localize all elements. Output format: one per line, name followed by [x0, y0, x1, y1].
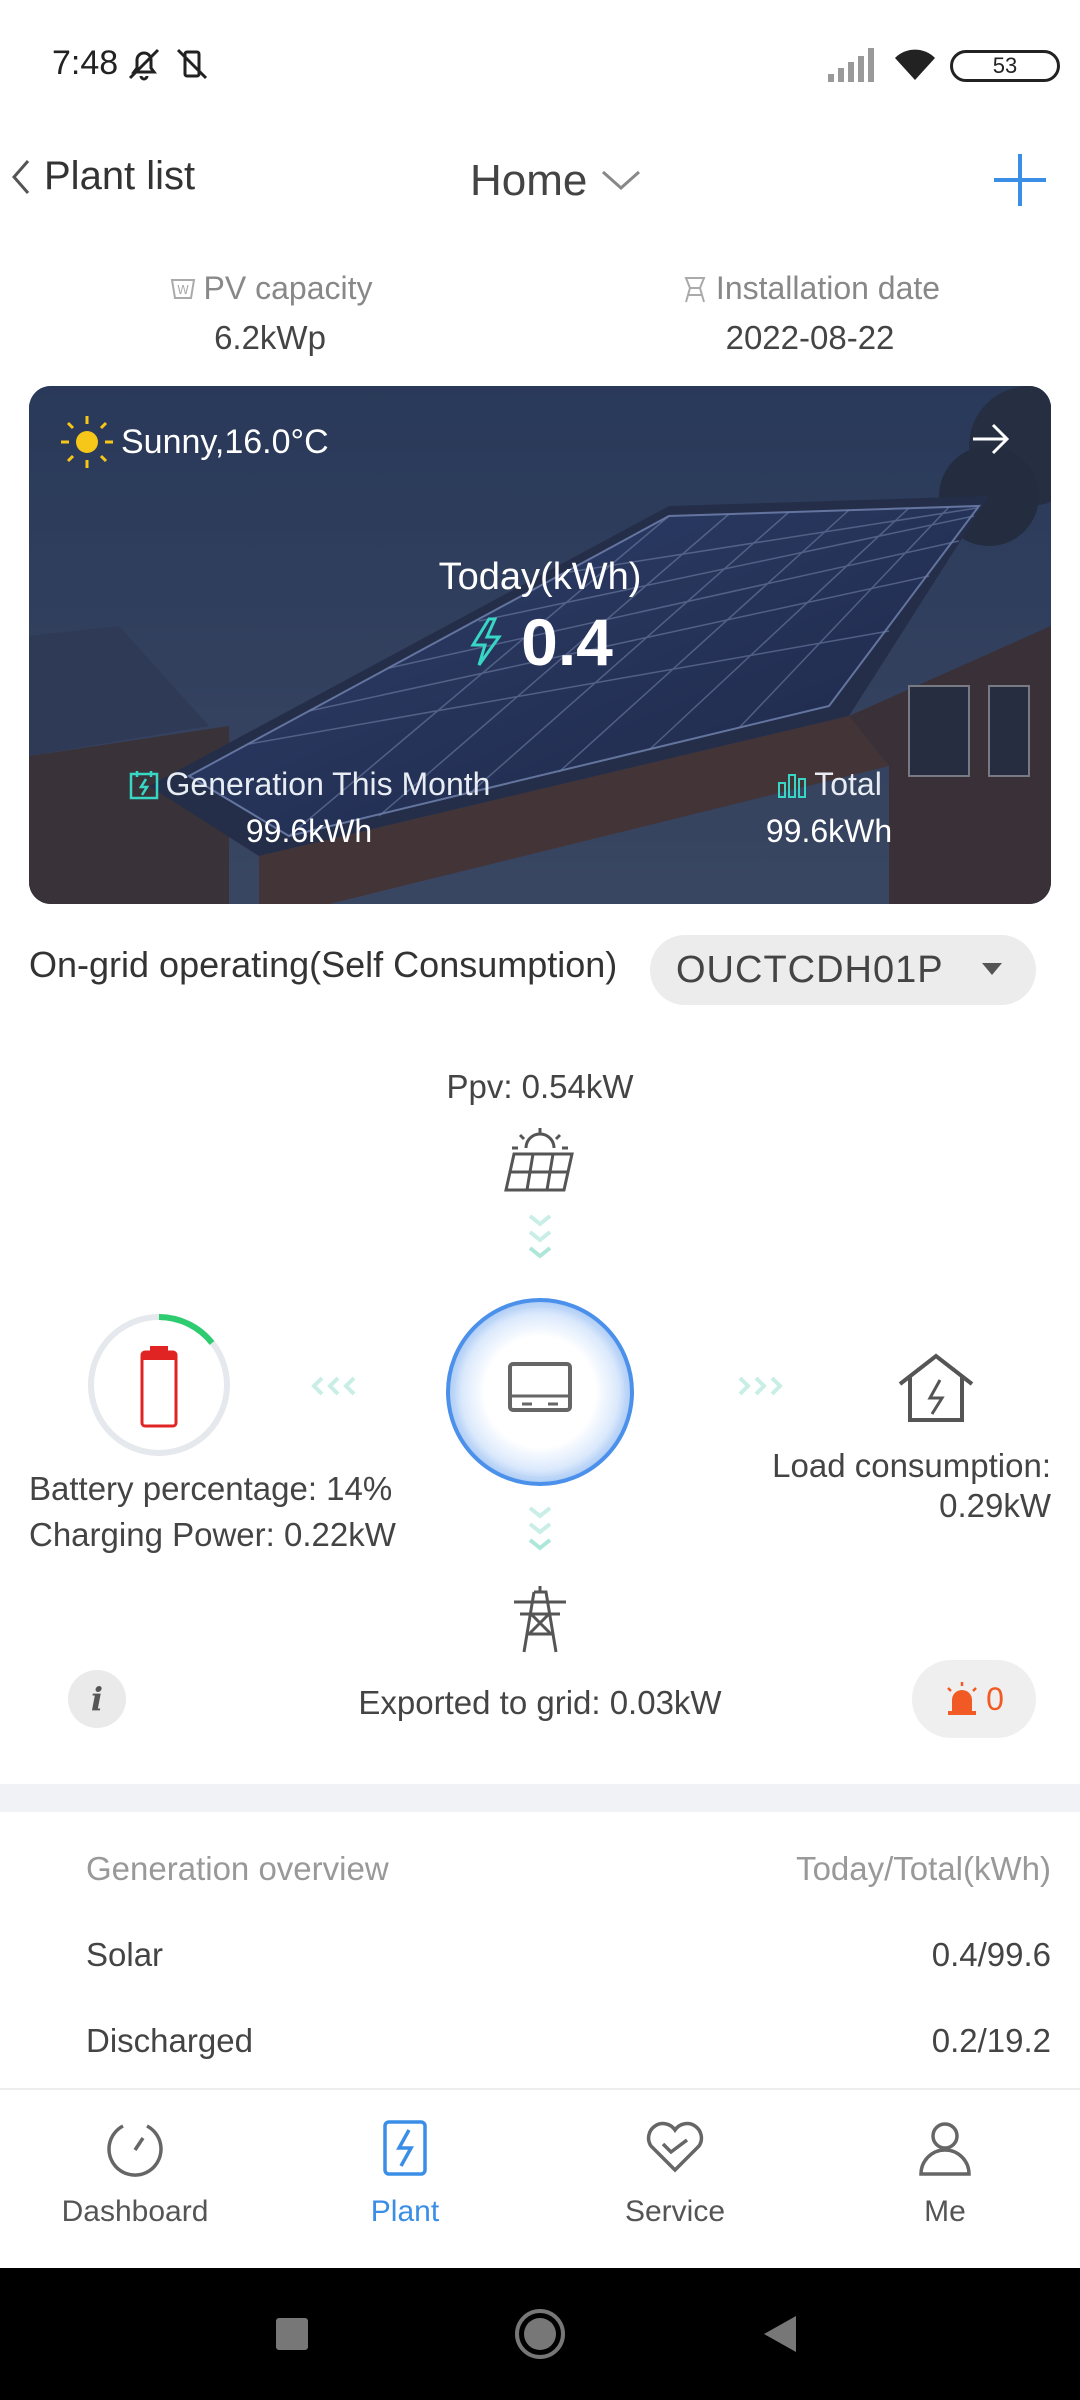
plant-icon	[383, 2120, 427, 2176]
bottom-navigation: Dashboard Plant Service Me	[0, 2088, 1080, 2268]
pv-capacity-block: W PV capacity 6.2kWp	[0, 270, 540, 357]
nav-label: Service	[624, 2195, 726, 2228]
system-navigation-bar	[0, 2268, 1080, 2400]
month-value: 99.6kWh	[245, 813, 373, 849]
list-item: Discharged 0.2/19.2	[86, 2022, 1051, 2060]
heart-handshake-icon	[646, 2121, 704, 2173]
plant-selector[interactable]: Home	[470, 156, 643, 206]
nav-label: Me	[924, 2195, 966, 2228]
total-label: Total	[814, 766, 882, 802]
alarm-count: 0	[986, 1680, 1004, 1717]
row-label: Discharged	[86, 2022, 253, 2059]
arrow-right-icon[interactable]	[971, 422, 1011, 456]
bar-chart-icon	[778, 773, 807, 798]
alarm-button[interactable]: 0	[912, 1660, 1036, 1738]
back-to-plant-list[interactable]: Plant list	[10, 154, 195, 199]
inverter-icon[interactable]	[440, 1292, 640, 1492]
home-load-icon	[898, 1353, 974, 1422]
nav-service[interactable]: Service	[565, 2116, 785, 2229]
back-label: Plant list	[44, 154, 196, 198]
month-label: Generation This Month	[165, 766, 491, 802]
status-time: 7:48	[52, 44, 119, 82]
section-divider	[0, 1784, 1080, 1812]
svg-text:W: W	[177, 283, 189, 297]
today-value: 0.4	[521, 605, 613, 679]
installation-date-value: 2022-08-22	[725, 319, 895, 356]
pv-capacity-label: PV capacity	[203, 270, 373, 306]
ppv-value: Ppv: 0.54kW	[446, 1068, 634, 1105]
load-info: Load consumption: 0.29kW	[772, 1446, 1051, 1526]
solar-panel-icon	[504, 1128, 574, 1192]
pv-capacity-icon: W	[170, 278, 195, 299]
battery-gauge	[88, 1314, 230, 1456]
nav-me[interactable]: Me	[835, 2116, 1055, 2229]
status-bar: 7:48 53	[0, 0, 1080, 130]
device-id: OUCTCDH01P	[676, 948, 944, 991]
battery-info: Battery percentage: 14% Charging Power: …	[29, 1466, 396, 1558]
installation-icon	[684, 276, 706, 302]
bell-off-icon	[128, 48, 160, 81]
chevron-left-icon	[12, 159, 30, 194]
row-value: 0.2/19.2	[931, 2022, 1051, 2059]
battery-indicator: 53	[950, 50, 1060, 82]
back-button-icon[interactable]	[760, 2314, 800, 2354]
calendar-icon	[129, 770, 158, 799]
today-generation: 0.4	[29, 604, 1051, 680]
user-icon	[919, 2122, 971, 2176]
row-value: 0.4/99.6	[931, 1936, 1051, 1973]
dashboard-icon	[107, 2124, 163, 2177]
device-selector[interactable]: OUCTCDH01P	[650, 935, 1036, 1005]
alarm-icon	[947, 1682, 977, 1715]
lightning-icon	[470, 617, 503, 666]
load-value: 0.29kW	[939, 1487, 1051, 1524]
total-value: 99.6kWh	[765, 813, 893, 849]
installation-date-block: Installation date 2022-08-22	[540, 270, 1080, 357]
page-title: Home	[470, 156, 588, 205]
list-item: Solar 0.4/99.6	[86, 1936, 1051, 1974]
row-label: Solar	[86, 1936, 164, 1973]
installation-date-label: Installation date	[715, 270, 941, 306]
battery-percentage: Battery percentage: 14%	[29, 1470, 393, 1507]
overview-unit: Today/Total(kWh)	[796, 1850, 1051, 1887]
flow-arrows-right	[738, 1376, 783, 1396]
weather-info: Sunny,16.0°C	[59, 414, 329, 470]
sun-icon	[61, 416, 113, 468]
wifi-icon	[895, 49, 935, 80]
weather-text: Sunny,16.0°C	[121, 422, 329, 461]
add-icon[interactable]	[990, 150, 1050, 210]
nav-label: Plant	[370, 2195, 440, 2228]
overview-header: Generation overview Today/Total(kWh)	[86, 1850, 1051, 1888]
home-button-icon[interactable]	[512, 2306, 568, 2362]
charging-power: Charging Power: 0.22kW	[29, 1516, 396, 1553]
flow-arrows-left	[311, 1376, 356, 1396]
top-header: Plant list Home	[0, 140, 1080, 220]
power-grid-icon	[514, 1586, 566, 1653]
pv-capacity-value: 6.2kWp	[214, 319, 326, 356]
flow-arrows-down-top	[528, 1214, 552, 1259]
flow-arrows-down-bottom	[528, 1506, 552, 1551]
month-generation: Generation This Month 99.6kWh	[79, 766, 539, 850]
nav-dashboard[interactable]: Dashboard	[25, 2116, 245, 2229]
nav-label: Dashboard	[61, 2195, 209, 2228]
signal-icon	[828, 48, 874, 82]
caret-down-icon	[982, 963, 1002, 975]
today-label: Today(kWh)	[438, 556, 642, 598]
nav-plant[interactable]: Plant	[295, 2116, 515, 2229]
load-label: Load consumption:	[772, 1447, 1051, 1484]
vibrate-off-icon	[176, 48, 208, 80]
total-generation: Total 99.6kWh	[709, 766, 949, 850]
operating-mode: On-grid operating(Self Consumption)	[29, 944, 618, 985]
overview-title: Generation overview	[86, 1850, 389, 1887]
recent-apps-icon[interactable]	[274, 2316, 310, 2352]
chevron-down-icon	[602, 170, 641, 191]
generation-card[interactable]: Sunny,16.0°C Today(kWh) 0.4 Generation T…	[29, 386, 1051, 904]
